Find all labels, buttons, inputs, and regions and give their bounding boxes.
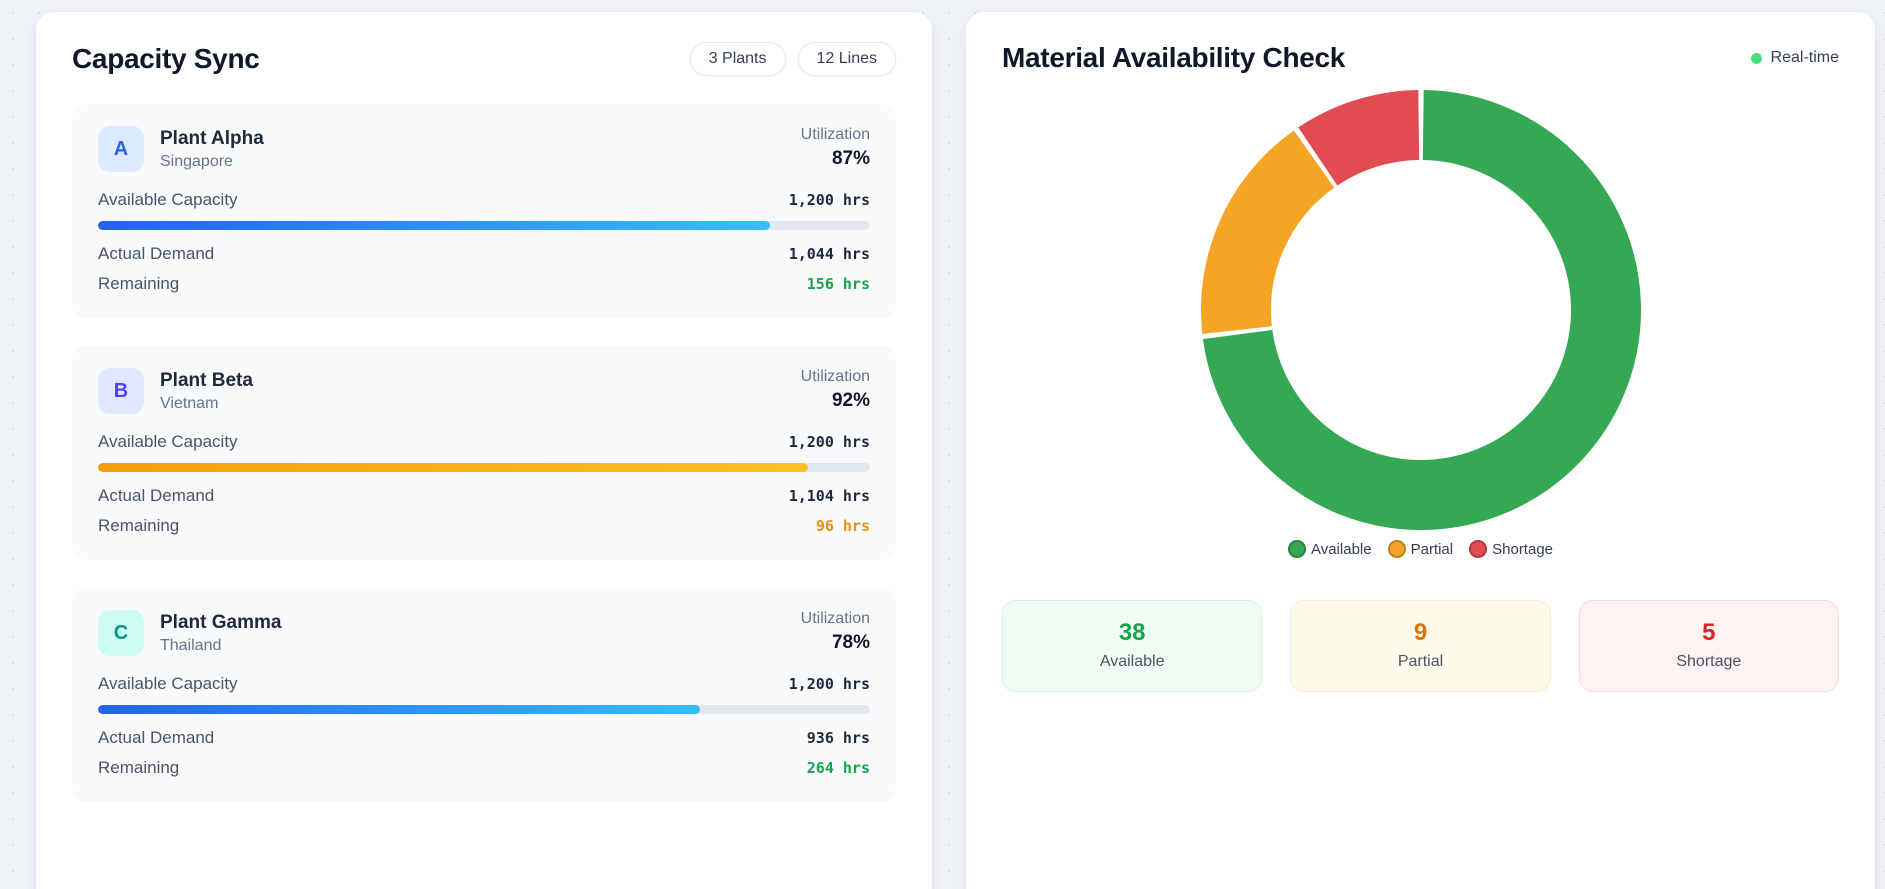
stat-value: 9 xyxy=(1301,619,1539,647)
available-capacity-label: Available Capacity xyxy=(98,674,238,694)
capacity-badges: 3 Plants 12 Lines xyxy=(690,42,896,76)
availability-stats: 38 Available 9 Partial 5 Shortage xyxy=(1002,600,1839,692)
material-availability-title: Material Availability Check xyxy=(1002,42,1345,74)
utilization-label: Utilization xyxy=(801,610,870,628)
stat-value: 5 xyxy=(1590,619,1828,647)
plant-card-gamma: C Plant Gamma Thailand Utilization 78% A… xyxy=(72,588,896,802)
remaining-value: 96 hrs xyxy=(816,517,870,535)
plant-avatar: B xyxy=(98,368,144,414)
capacity-bar-fill xyxy=(98,221,770,230)
plant-identity: C Plant Gamma Thailand xyxy=(98,610,281,656)
capacity-progress-track xyxy=(98,705,870,714)
dashboard: Capacity Sync 3 Plants 12 Lines A Plant … xyxy=(0,0,1885,889)
capacity-sync-title: Capacity Sync xyxy=(72,43,260,75)
donut-segment-partial xyxy=(1236,159,1314,330)
legend-dot-icon xyxy=(1388,540,1406,558)
plant-head: C Plant Gamma Thailand Utilization 78% xyxy=(98,610,870,656)
donut-segment-shortage xyxy=(1317,125,1418,156)
available-capacity-label: Available Capacity xyxy=(98,432,238,452)
actual-demand-value: 1,104 hrs xyxy=(789,487,870,505)
legend-label: Available xyxy=(1311,541,1372,558)
available-capacity-value: 1,200 hrs xyxy=(789,191,870,209)
actual-demand-value: 936 hrs xyxy=(807,729,870,747)
realtime-status-label: Real-time xyxy=(1771,49,1839,67)
material-availability-header: Material Availability Check Real-time xyxy=(1002,42,1839,74)
actual-demand-label: Actual Demand xyxy=(98,486,214,506)
actual-demand-label: Actual Demand xyxy=(98,244,214,264)
stat-label: Partial xyxy=(1301,653,1539,671)
stat-label: Shortage xyxy=(1590,653,1828,671)
legend-item-shortage: Shortage xyxy=(1469,540,1553,558)
plant-location: Singapore xyxy=(160,153,264,171)
plant-card-alpha: A Plant Alpha Singapore Utilization 87% … xyxy=(72,104,896,318)
realtime-status: Real-time xyxy=(1751,49,1839,67)
plant-identity: B Plant Beta Vietnam xyxy=(98,368,253,414)
legend-label: Partial xyxy=(1411,541,1454,558)
donut-chart-wrap xyxy=(1002,90,1839,530)
remaining-label: Remaining xyxy=(98,516,179,536)
available-capacity-value: 1,200 hrs xyxy=(789,675,870,693)
legend-dot-icon xyxy=(1288,540,1306,558)
utilization-value: 78% xyxy=(801,632,870,654)
realtime-status-dot-icon xyxy=(1751,53,1762,64)
remaining-label: Remaining xyxy=(98,274,179,294)
lines-count-badge: 12 Lines xyxy=(798,42,897,76)
stat-box-available: 38 Available xyxy=(1002,600,1262,692)
plant-avatar: A xyxy=(98,126,144,172)
plant-name: Plant Beta xyxy=(160,370,253,392)
capacity-progress-track xyxy=(98,221,870,230)
legend-item-partial: Partial xyxy=(1388,540,1454,558)
plant-card-beta: B Plant Beta Vietnam Utilization 92% Ava… xyxy=(72,346,896,560)
plant-head: B Plant Beta Vietnam Utilization 92% xyxy=(98,368,870,414)
remaining-label: Remaining xyxy=(98,758,179,778)
available-capacity-label: Available Capacity xyxy=(98,190,238,210)
plant-avatar: C xyxy=(98,610,144,656)
donut-legend: Available Partial Shortage xyxy=(1002,540,1839,558)
plant-location: Thailand xyxy=(160,637,281,655)
plant-identity: A Plant Alpha Singapore xyxy=(98,126,264,172)
utilization-value: 92% xyxy=(801,390,870,412)
legend-dot-icon xyxy=(1469,540,1487,558)
utilization-value: 87% xyxy=(801,148,870,170)
actual-demand-value: 1,044 hrs xyxy=(789,245,870,263)
capacity-sync-card: Capacity Sync 3 Plants 12 Lines A Plant … xyxy=(36,12,932,889)
utilization-label: Utilization xyxy=(801,368,870,386)
capacity-progress-track xyxy=(98,463,870,472)
plant-name: Plant Alpha xyxy=(160,128,264,150)
remaining-value: 264 hrs xyxy=(807,759,870,777)
plant-head: A Plant Alpha Singapore Utilization 87% xyxy=(98,126,870,172)
legend-label: Shortage xyxy=(1492,541,1553,558)
plants-count-badge: 3 Plants xyxy=(690,42,786,76)
utilization-label: Utilization xyxy=(801,126,870,144)
remaining-value: 156 hrs xyxy=(807,275,870,293)
actual-demand-label: Actual Demand xyxy=(98,728,214,748)
availability-donut-chart xyxy=(1201,90,1641,530)
stat-box-shortage: 5 Shortage xyxy=(1579,600,1839,692)
capacity-bar-fill xyxy=(98,463,808,472)
stat-box-partial: 9 Partial xyxy=(1290,600,1550,692)
stat-value: 38 xyxy=(1013,619,1251,647)
legend-item-available: Available xyxy=(1288,540,1372,558)
capacity-sync-header: Capacity Sync 3 Plants 12 Lines xyxy=(72,42,896,76)
available-capacity-value: 1,200 hrs xyxy=(789,433,870,451)
plant-location: Vietnam xyxy=(160,395,253,413)
capacity-bar-fill xyxy=(98,705,700,714)
plant-name: Plant Gamma xyxy=(160,612,281,634)
stat-label: Available xyxy=(1013,653,1251,671)
material-availability-card: Material Availability Check Real-time Av… xyxy=(966,12,1875,889)
